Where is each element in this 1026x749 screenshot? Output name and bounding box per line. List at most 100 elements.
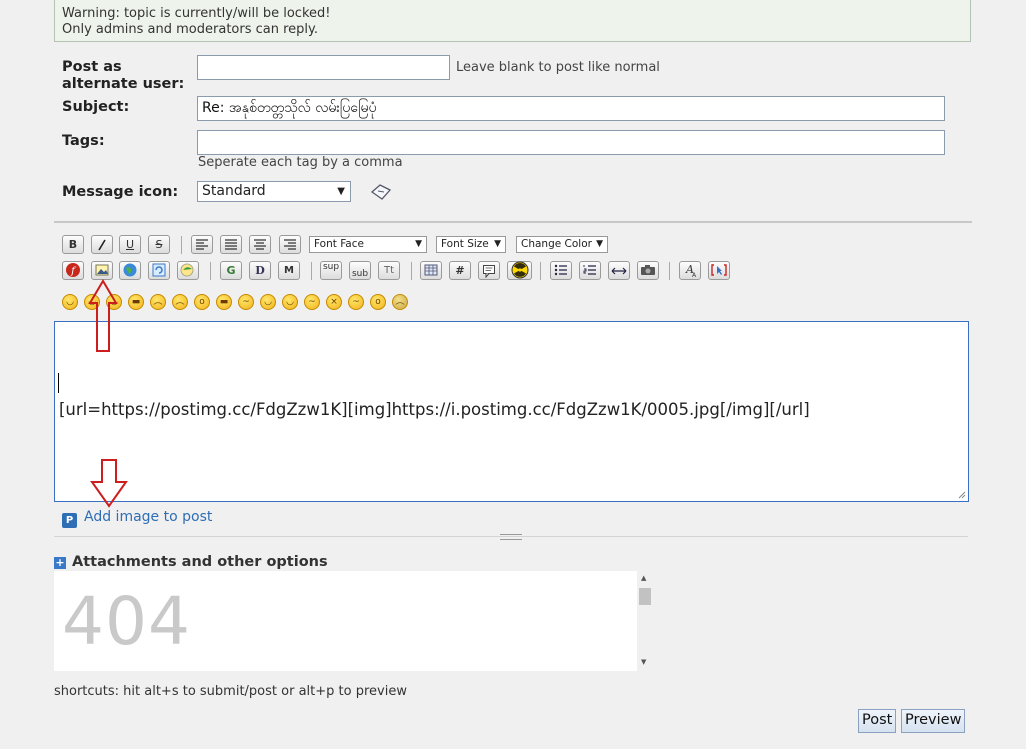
dropdown-arrow-icon: ▼ — [596, 239, 603, 249]
remove-format-button[interactable] — [708, 261, 730, 280]
smiley-angry-icon[interactable]: ︵ — [150, 294, 166, 310]
toolbar-separator — [181, 236, 182, 254]
italic-icon — [98, 239, 106, 251]
code-hash-button[interactable]: # — [449, 261, 471, 280]
toolbar-separator — [540, 262, 541, 280]
smiley-tongue-out-icon[interactable]: ◡ — [282, 294, 298, 310]
shortcuts-hint: shortcuts: hit alt+s to submit/post or a… — [54, 684, 407, 699]
align-center-button[interactable] — [249, 235, 271, 254]
spellcheck-button[interactable]: AA — [679, 261, 701, 280]
insert-map-button[interactable] — [177, 261, 199, 280]
change-color-select[interactable]: Change Color ▼ — [516, 236, 608, 253]
bold-button[interactable]: B — [62, 235, 84, 254]
camera-button[interactable] — [637, 261, 659, 280]
smiley-lipsrsealed-icon[interactable]: × — [326, 294, 342, 310]
font-size-select[interactable]: Font Size ▼ — [436, 236, 506, 253]
smiley-cry-icon[interactable]: ︵ — [392, 294, 408, 310]
frame-404-text: 404 — [62, 583, 191, 660]
dropdown-arrow-icon: ▼ — [337, 186, 345, 197]
attachments-title: Attachments and other options — [72, 554, 328, 570]
scroll-up-arrow-icon[interactable]: ▲ — [641, 574, 646, 582]
alternate-user-input[interactable] — [197, 55, 450, 80]
media-button[interactable]: M — [278, 261, 300, 280]
alternate-user-label-line2: alternate user: — [62, 76, 185, 92]
numbered-list-button[interactable] — [579, 261, 601, 280]
tags-input[interactable] — [197, 130, 945, 155]
scroll-down-arrow-icon[interactable]: ▼ — [641, 658, 646, 666]
smiley-sad-icon[interactable]: ︵ — [172, 294, 188, 310]
align-right-icon — [284, 239, 296, 250]
add-image-link[interactable]: P Add image to post — [62, 509, 212, 528]
insert-image-button[interactable] — [91, 261, 113, 280]
message-icon-preview-icon — [370, 183, 392, 205]
align-left-button[interactable] — [191, 235, 213, 254]
smiley-shocked-icon[interactable]: o — [194, 294, 210, 310]
flash-icon: f — [66, 263, 80, 277]
quote-button[interactable] — [478, 261, 500, 280]
alternate-user-label: Post as alternate user: — [62, 59, 184, 93]
attachments-toggle[interactable]: + Attachments and other options — [54, 554, 328, 570]
dictionary-button[interactable]: D — [249, 261, 271, 280]
insert-email-button[interactable] — [148, 261, 170, 280]
svg-text:A: A — [692, 272, 697, 278]
remove-format-icon — [711, 264, 727, 276]
refresh-icon — [152, 263, 166, 277]
warning-line-2: Only admins and moderators can reply. — [62, 22, 318, 37]
message-icon-label: Message icon: — [62, 184, 179, 200]
post-button[interactable]: Post — [858, 709, 897, 733]
quote-icon — [483, 265, 495, 279]
italic-button[interactable] — [91, 235, 113, 254]
expand-plus-icon: + — [54, 556, 66, 569]
insert-table-button[interactable] — [420, 261, 442, 280]
message-textarea[interactable]: [url=https://postimg.cc/FdgZzw1K][img]ht… — [54, 321, 969, 502]
align-left-icon — [196, 239, 208, 250]
camera-icon — [641, 265, 655, 275]
radioactive-button[interactable] — [507, 261, 532, 280]
flash-button[interactable]: f — [62, 261, 84, 280]
horizontal-rule-button[interactable] — [608, 261, 630, 280]
numbered-list-icon — [583, 265, 596, 275]
smiley-grin-icon[interactable]: ▬ — [128, 294, 144, 310]
alternate-user-label-line1: Post as — [62, 59, 122, 75]
underline-button[interactable]: U — [119, 235, 141, 254]
superscript-button[interactable]: sup — [320, 261, 342, 280]
radioactive-icon — [511, 261, 528, 279]
toolbar-separator — [210, 262, 211, 280]
warning-line-1: Warning: topic is currently/will be lock… — [62, 6, 331, 21]
resize-handle-icon[interactable] — [500, 534, 522, 540]
smiley-embarrassed-icon[interactable]: ~ — [304, 294, 320, 310]
annotation-arrow-up-icon — [88, 279, 118, 353]
text-caret — [58, 373, 59, 393]
smiley-happy-icon[interactable]: ◡ — [62, 294, 78, 310]
subscript-button[interactable]: sub — [349, 261, 371, 280]
scroll-thumb[interactable] — [639, 588, 651, 605]
align-right-button[interactable] — [279, 235, 301, 254]
google-button[interactable]: G — [220, 261, 242, 280]
attachments-frame: 404 — [54, 571, 637, 671]
smiley-rolleyes-icon[interactable]: ◡ — [260, 294, 276, 310]
smiley-undecided-icon[interactable]: ~ — [348, 294, 364, 310]
resize-grip-icon[interactable] — [957, 490, 966, 499]
horizontal-rule-icon — [611, 267, 627, 275]
change-color-select-label: Change Color — [521, 238, 592, 250]
insert-link-button[interactable] — [119, 261, 141, 280]
preview-button[interactable]: Preview — [901, 709, 966, 733]
table-icon — [424, 264, 438, 276]
smiley-cool-icon[interactable]: ▬ — [216, 294, 232, 310]
message-icon-select-value: Standard — [202, 183, 266, 199]
teletype-button[interactable]: Tt — [378, 261, 400, 280]
bullet-list-button[interactable] — [550, 261, 572, 280]
subject-label: Subject: — [62, 99, 130, 115]
font-face-select[interactable]: Font Face ▼ — [309, 236, 427, 253]
alternate-user-hint: Leave blank to post like normal — [456, 60, 660, 75]
strike-button[interactable]: S — [148, 235, 170, 254]
subject-input[interactable]: Re: အနုစ်တတ္တသိုလ် လမ်းပြမြေပုံ — [197, 96, 945, 121]
toolbar-separator — [669, 262, 670, 280]
message-icon-select[interactable]: Standard ▼ — [197, 181, 351, 202]
smiley-huh-icon[interactable]: ~ — [238, 294, 254, 310]
frame-scrollbar[interactable]: ▲ ▼ — [637, 571, 653, 671]
postimage-icon: P — [62, 513, 77, 528]
align-justify-button[interactable] — [220, 235, 242, 254]
add-image-label: Add image to post — [84, 509, 213, 525]
smiley-kiss-icon[interactable]: o — [370, 294, 386, 310]
